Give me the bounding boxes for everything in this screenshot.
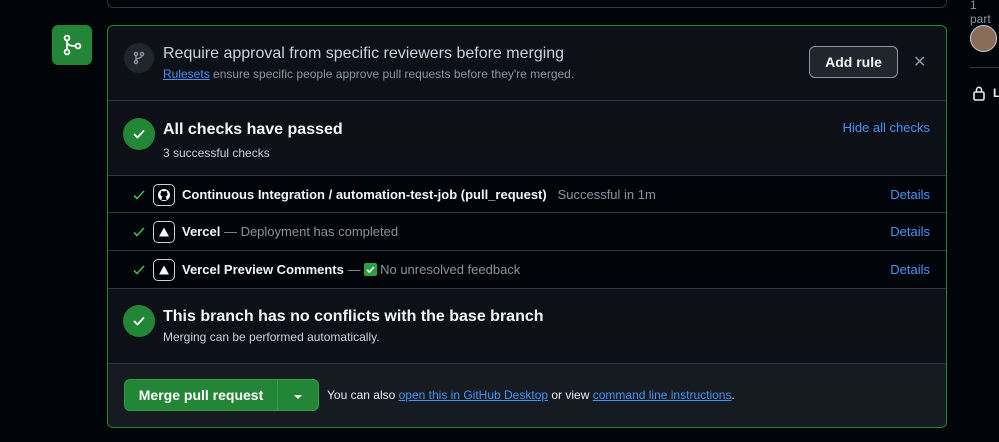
github-icon: [153, 184, 175, 206]
approval-section: Require approval from specific reviewers…: [108, 26, 946, 101]
command-line-instructions-link[interactable]: command line instructions: [593, 388, 732, 402]
conflicts-section: This branch has no conflicts with the ba…: [108, 289, 946, 364]
check-row: Continuous Integration / automation-test…: [108, 176, 946, 213]
merge-pull-request-button[interactable]: Merge pull request: [124, 379, 278, 411]
approval-title: Require approval from specific reviewers…: [163, 45, 565, 62]
merge-box: Require approval from specific reviewers…: [107, 25, 947, 428]
conflicts-subtitle: Merging can be performed automatically.: [163, 330, 380, 344]
lock-icon: [972, 85, 986, 104]
check-status: Deployment has completed: [240, 224, 399, 239]
check-separator: —: [220, 224, 241, 239]
conflicts-title: This branch has no conflicts with the ba…: [163, 308, 544, 325]
check-row-text: Continuous Integration / automation-test…: [182, 187, 656, 202]
check-circle-icon: [123, 118, 155, 150]
details-link[interactable]: Details: [890, 262, 930, 277]
checks-summary-section: All checks have passed 3 successful chec…: [108, 101, 946, 176]
rulesets-link[interactable]: Rulesets: [163, 67, 210, 81]
approval-subtitle-text: ensure specific people approve pull requ…: [209, 67, 575, 81]
lock-conversation-link[interactable]: L: [993, 86, 999, 100]
approval-subtitle: Rulesets ensure specific people approve …: [163, 67, 574, 81]
vercel-icon: [153, 259, 175, 281]
checks-subtitle: 3 successful checks: [163, 146, 270, 160]
hide-all-checks-link[interactable]: Hide all checks: [843, 120, 930, 135]
merge-note-prefix: You can also: [327, 388, 399, 402]
check-row-text: Vercel — Deployment has completed: [182, 224, 398, 239]
merge-note-suffix: .: [731, 388, 735, 402]
avatar[interactable]: [970, 25, 997, 52]
check-row: Vercel — Deployment has completed Detail…: [108, 213, 946, 251]
check-icon: [132, 225, 146, 242]
check-icon: [132, 188, 146, 205]
checks-title: All checks have passed: [163, 121, 343, 138]
check-row: Vercel Preview Comments — No unresolved …: [108, 251, 946, 289]
details-link[interactable]: Details: [890, 187, 930, 202]
triangle-down-icon: [293, 387, 303, 403]
sidebar-divider: [970, 67, 999, 68]
check-icon: [132, 263, 146, 280]
check-name: Vercel Preview Comments: [182, 262, 344, 277]
previous-timeline-box: [107, 0, 947, 8]
merge-options-dropdown[interactable]: [277, 379, 319, 411]
checkbox-icon: [364, 263, 378, 276]
add-rule-button[interactable]: Add rule: [809, 46, 898, 78]
close-icon[interactable]: ✕: [913, 52, 926, 72]
participants-label: 1 part: [970, 0, 991, 26]
check-separator: —: [343, 262, 365, 277]
branch-icon: [124, 43, 154, 73]
vercel-icon: [153, 221, 175, 243]
check-circle-icon: [123, 305, 155, 337]
git-merge-icon: [52, 25, 92, 65]
merge-section: Merge pull request You can also open thi…: [108, 364, 946, 427]
details-link[interactable]: Details: [890, 224, 930, 239]
merge-note: You can also open this in GitHub Desktop…: [327, 388, 735, 402]
check-name: Vercel: [182, 224, 221, 239]
check-name: Continuous Integration / automation-test…: [182, 187, 547, 202]
check-row-text: Vercel Preview Comments — No unresolved …: [182, 262, 520, 277]
github-desktop-link[interactable]: open this in GitHub Desktop: [399, 388, 548, 402]
check-status: No unresolved feedback: [380, 262, 521, 277]
check-status: Successful in 1m: [557, 187, 656, 202]
merge-note-mid: or view: [548, 388, 593, 402]
